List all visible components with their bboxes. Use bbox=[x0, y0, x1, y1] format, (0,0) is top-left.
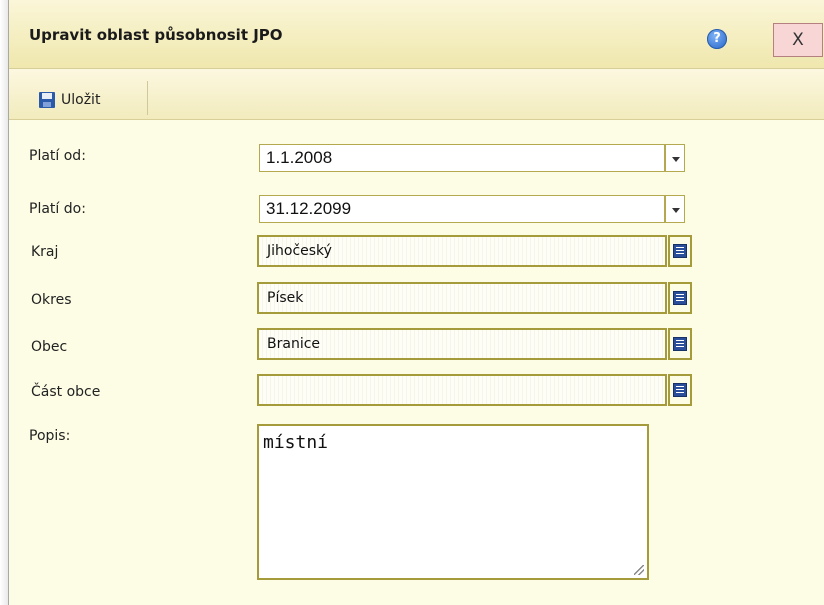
save-button[interactable]: Uložit bbox=[39, 89, 100, 111]
window-shadow bbox=[0, 0, 8, 605]
toolbar: Uložit bbox=[9, 69, 824, 120]
list-icon bbox=[673, 244, 687, 258]
cast-obce-label: Část obce bbox=[31, 384, 101, 400]
popis-label: Popis: bbox=[29, 428, 71, 444]
help-icon[interactable]: ? bbox=[707, 29, 727, 49]
kraj-lookup-button[interactable] bbox=[668, 235, 692, 267]
edit-dialog: Upravit oblast působnosit JPO ? X Uložit… bbox=[8, 0, 824, 605]
plati-do-dropdown-icon[interactable] bbox=[665, 195, 685, 223]
list-icon bbox=[673, 291, 687, 305]
plati-od-label: Platí od: bbox=[29, 148, 86, 164]
toolbar-separator bbox=[147, 81, 148, 115]
plati-do-input[interactable]: 31.12.2099 bbox=[259, 195, 665, 223]
plati-od-input[interactable]: 1.1.2008 bbox=[259, 144, 665, 172]
obec-label: Obec bbox=[31, 339, 68, 355]
obec-field[interactable]: Branice bbox=[257, 328, 667, 360]
dialog-title: Upravit oblast působnosit JPO bbox=[29, 26, 283, 44]
plati-do-label: Platí do: bbox=[29, 201, 86, 217]
list-icon bbox=[673, 337, 687, 351]
list-icon bbox=[673, 383, 687, 397]
okres-lookup-button[interactable] bbox=[668, 282, 692, 314]
okres-label: Okres bbox=[31, 292, 72, 308]
close-button[interactable]: X bbox=[773, 23, 823, 57]
popis-text: místní bbox=[263, 432, 329, 453]
kraj-label: Kraj bbox=[31, 244, 59, 260]
cast-obce-field[interactable] bbox=[257, 374, 667, 406]
save-label: Uložit bbox=[61, 92, 101, 108]
obec-lookup-button[interactable] bbox=[668, 328, 692, 360]
floppy-disk-icon bbox=[39, 92, 55, 108]
resize-grip-icon[interactable] bbox=[634, 565, 644, 575]
plati-od-dropdown-icon[interactable] bbox=[665, 144, 685, 172]
dialog-titlebar: Upravit oblast působnosit JPO ? X bbox=[9, 0, 824, 69]
kraj-field[interactable]: Jihočeský bbox=[257, 235, 667, 267]
popis-textarea[interactable]: místní bbox=[257, 424, 649, 580]
okres-field[interactable]: Písek bbox=[257, 282, 667, 314]
cast-obce-lookup-button[interactable] bbox=[668, 374, 692, 406]
